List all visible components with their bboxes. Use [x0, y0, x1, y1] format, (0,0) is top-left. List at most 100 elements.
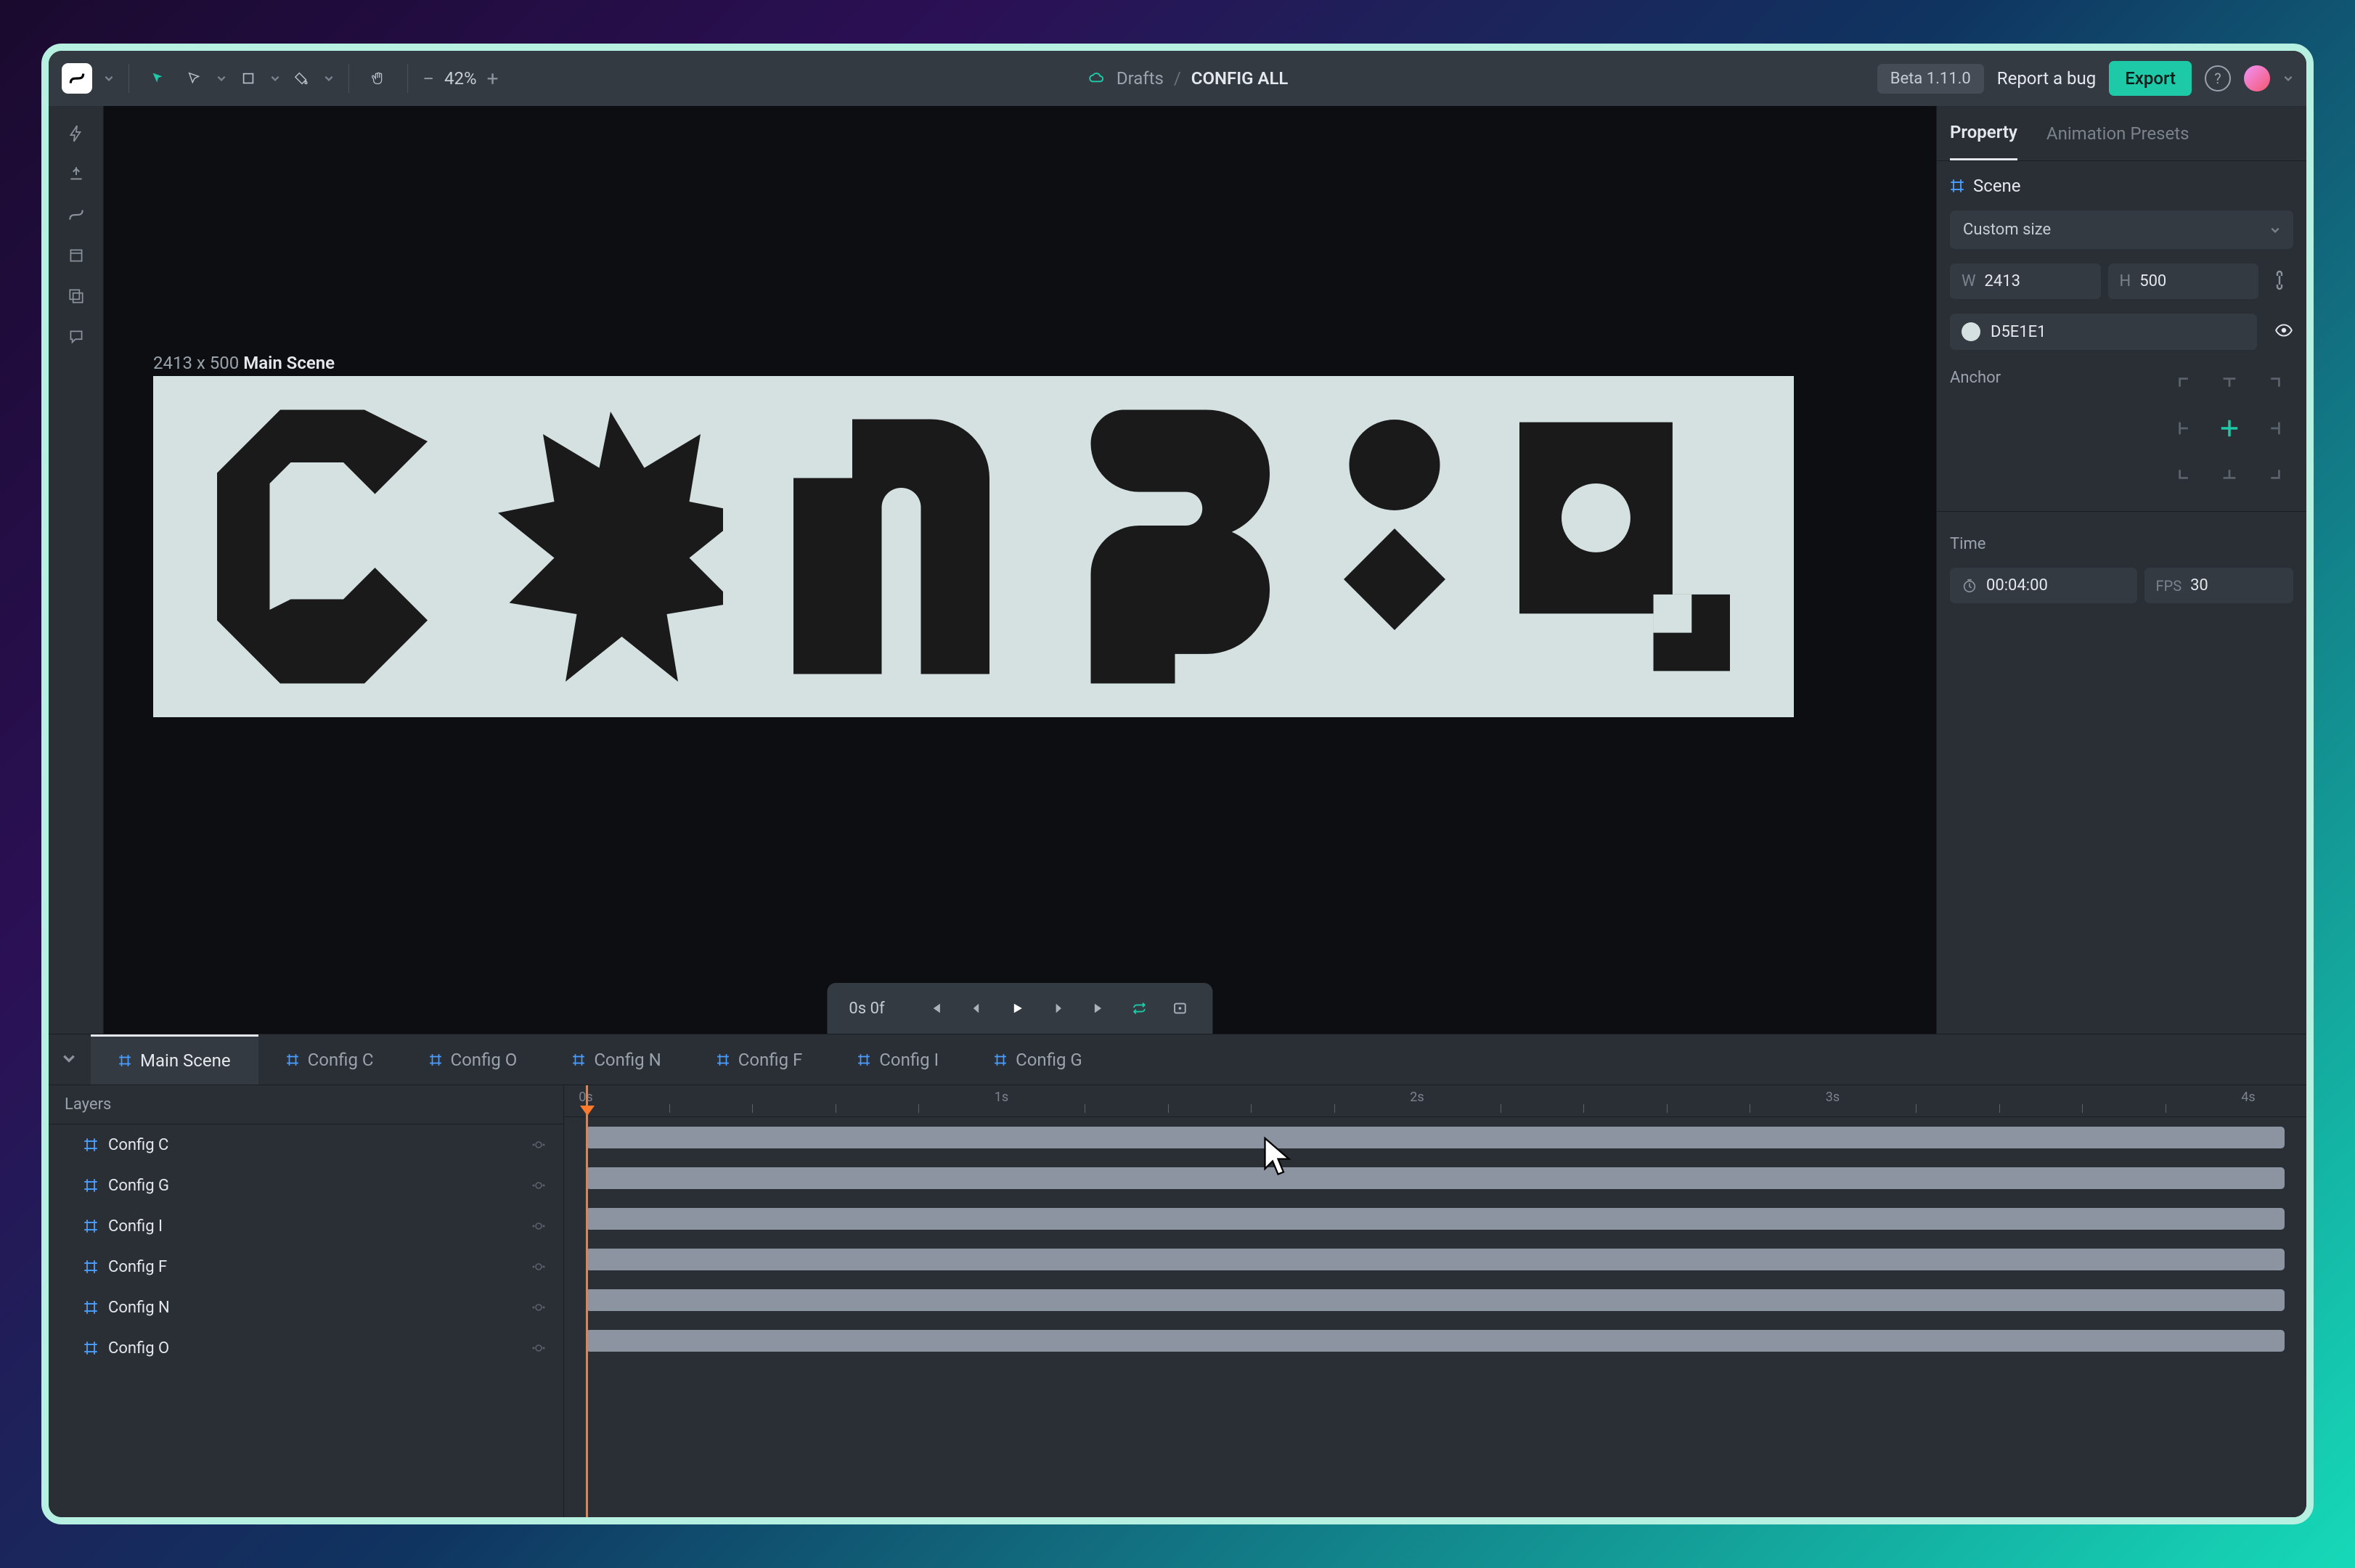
zoom-level[interactable]: 42% [444, 68, 477, 89]
size-mode-select[interactable]: Custom size [1950, 211, 2293, 249]
pen-tool-chevron-icon[interactable] [216, 73, 226, 83]
anchor-br[interactable] [2253, 452, 2293, 492]
curve-icon[interactable] [59, 197, 94, 232]
mouse-cursor-icon [1261, 1136, 1297, 1180]
background-color-field[interactable]: D5E1E1 [1950, 314, 2257, 350]
anchor-ml[interactable] [2166, 408, 2206, 449]
canvas-area[interactable]: 2413 x 500 Main Scene 0s 0f [104, 106, 1936, 1034]
duration-field[interactable]: 00:04:00 [1950, 568, 2137, 603]
user-avatar[interactable] [2244, 65, 2270, 91]
keyframe-icon[interactable] [530, 1136, 547, 1153]
layer-row[interactable]: Config N [49, 1287, 563, 1328]
track-row[interactable] [564, 1199, 2306, 1239]
shape-tool-chevron-icon[interactable] [270, 73, 280, 83]
glyph-n [793, 405, 989, 688]
scene-tab[interactable]: Main Scene [91, 1034, 258, 1085]
hand-tool[interactable] [364, 64, 393, 93]
artboard[interactable] [153, 376, 1794, 717]
visibility-toggle-icon[interactable] [2266, 321, 2293, 343]
track-row[interactable] [564, 1158, 2306, 1199]
library-icon[interactable] [59, 279, 94, 314]
track-row[interactable] [564, 1239, 2306, 1280]
tab-property[interactable]: Property [1950, 106, 2017, 160]
color-swatch [1962, 322, 1980, 341]
glyph-i [1340, 405, 1449, 688]
layer-row[interactable]: Config F [49, 1246, 563, 1287]
frame-icon[interactable] [59, 238, 94, 273]
document-name[interactable]: CONFIG ALL [1191, 68, 1289, 89]
anchor-center[interactable] [2209, 408, 2250, 449]
skip-end-button[interactable] [1088, 997, 1110, 1019]
track-bar[interactable] [586, 1289, 2285, 1311]
breadcrumb-parent[interactable]: Drafts [1117, 68, 1164, 89]
keyframe-icon[interactable] [530, 1339, 547, 1357]
anchor-bc[interactable] [2209, 452, 2250, 492]
scene-tab[interactable]: Config O [401, 1034, 545, 1085]
frame-icon [1950, 179, 1964, 193]
fps-field[interactable]: FPS 30 [2144, 568, 2293, 603]
flash-icon[interactable] [59, 116, 94, 151]
move-tool[interactable] [144, 64, 173, 93]
user-menu-chevron-icon[interactable] [2283, 73, 2293, 83]
app-logo[interactable] [62, 63, 92, 94]
link-dimensions-icon[interactable] [2266, 269, 2293, 294]
fullscreen-button[interactable] [1170, 997, 1191, 1019]
export-button[interactable]: Export [2109, 61, 2192, 96]
anchor-tr[interactable] [2253, 364, 2293, 405]
keyframe-icon[interactable] [530, 1177, 547, 1194]
track-bar[interactable] [586, 1127, 2285, 1148]
scene-tab[interactable]: Config F [689, 1034, 830, 1085]
loop-button[interactable] [1129, 997, 1151, 1019]
help-icon[interactable]: ? [2205, 65, 2231, 91]
keyframe-icon[interactable] [530, 1217, 547, 1235]
layer-row[interactable]: Config O [49, 1328, 563, 1368]
layer-row[interactable]: Config I [49, 1206, 563, 1246]
anchor-bl[interactable] [2166, 452, 2206, 492]
anchor-tc[interactable] [2209, 364, 2250, 405]
anchor-tl[interactable] [2166, 364, 2206, 405]
anchor-mr[interactable] [2253, 408, 2293, 449]
scene-tab[interactable]: Config C [258, 1034, 401, 1085]
logo-menu-chevron-icon[interactable] [104, 73, 114, 83]
track-row[interactable] [564, 1320, 2306, 1361]
duration-value: 00:04:00 [1986, 576, 2048, 595]
anchor-grid [2166, 364, 2293, 492]
track-bar[interactable] [586, 1330, 2285, 1352]
scene-tab[interactable]: Config G [966, 1034, 1110, 1085]
layer-row[interactable]: Config G [49, 1165, 563, 1206]
keyframe-icon[interactable] [530, 1258, 547, 1275]
fill-tool[interactable] [287, 64, 317, 93]
track-row[interactable] [564, 1280, 2306, 1320]
playhead[interactable] [586, 1085, 588, 1517]
zoom-in-button[interactable]: + [487, 67, 499, 91]
skip-start-button[interactable] [926, 997, 947, 1019]
track-bar[interactable] [586, 1167, 2285, 1189]
chevron-down-icon [2270, 225, 2280, 235]
keyframe-icon[interactable] [530, 1299, 547, 1316]
frame-forward-button[interactable] [1048, 997, 1069, 1019]
comment-icon[interactable] [59, 319, 94, 354]
shape-tool[interactable] [234, 64, 263, 93]
scene-tab[interactable]: Config I [830, 1034, 966, 1085]
height-field[interactable]: H 500 [2108, 264, 2259, 299]
zoom-out-button[interactable]: − [423, 67, 434, 91]
app-window: − 42% + Drafts / CONFIG ALL Beta 1.11.0 … [41, 44, 2314, 1524]
fill-tool-chevron-icon[interactable] [324, 73, 334, 83]
tab-animation-presets[interactable]: Animation Presets [2046, 107, 2189, 160]
tracks-column[interactable]: 0s1s2s3s4s [564, 1085, 2306, 1517]
time-section-label: Time [1950, 535, 2293, 553]
frame-back-button[interactable] [966, 997, 988, 1019]
width-field[interactable]: W 2413 [1950, 264, 2101, 299]
frame-icon [83, 1178, 98, 1193]
export-icon[interactable] [59, 157, 94, 192]
timeline-collapse-button[interactable] [62, 1051, 91, 1069]
report-bug-link[interactable]: Report a bug [1997, 68, 2096, 89]
track-bar[interactable] [586, 1208, 2285, 1230]
layer-row[interactable]: Config C [49, 1124, 563, 1165]
track-bar[interactable] [586, 1249, 2285, 1270]
track-row[interactable] [564, 1117, 2306, 1158]
scene-tab[interactable]: Config N [544, 1034, 688, 1085]
time-ruler[interactable]: 0s1s2s3s4s [564, 1085, 2306, 1117]
pen-tool[interactable] [180, 64, 209, 93]
play-button[interactable] [1007, 997, 1029, 1019]
